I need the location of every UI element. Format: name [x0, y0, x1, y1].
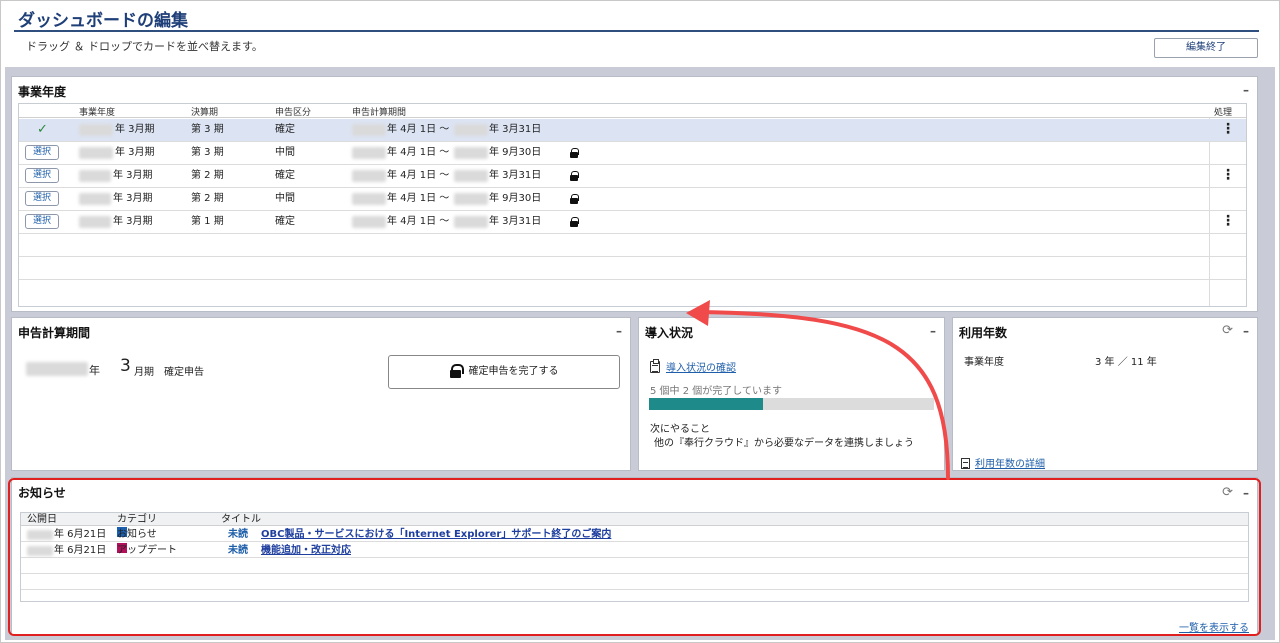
move-arrow-annotation: [686, 300, 950, 480]
